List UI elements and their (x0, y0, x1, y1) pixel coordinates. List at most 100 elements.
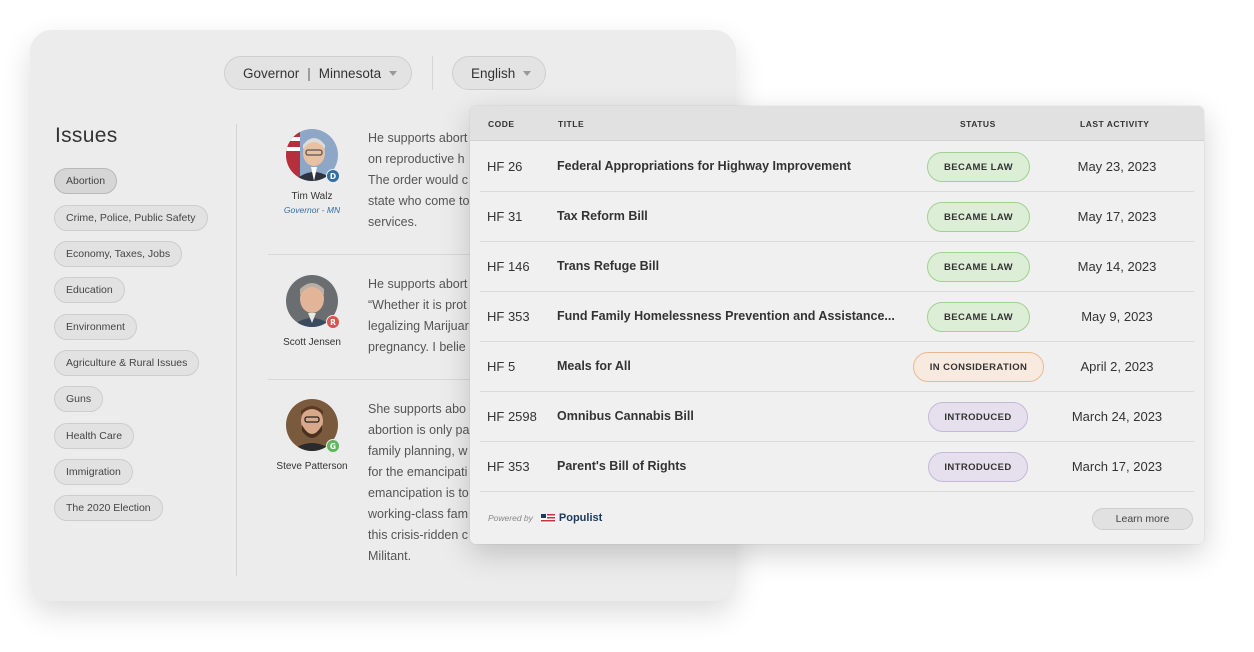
office-label: Governor (243, 65, 300, 81)
bill-code: HF 31 (487, 209, 523, 224)
candidate-name: Tim Walz (291, 191, 333, 202)
candidate-divider (268, 254, 488, 255)
statement-line: this crisis-ridden c (368, 528, 469, 542)
status-badge: BECAME LAW (927, 252, 1030, 282)
bill-code: HF 353 (487, 459, 530, 474)
status-badge: BECAME LAW (927, 202, 1030, 232)
statement-line: He supports abort (368, 131, 468, 145)
candidate-steve-patterson[interactable]: G Steve Patterson (272, 399, 352, 473)
language-dropdown[interactable]: English (452, 56, 547, 90)
statement-line: “Whether it is prot (368, 298, 467, 312)
issue-label: Guns (66, 393, 92, 405)
issue-chip-education[interactable]: Education (54, 277, 125, 303)
brand-name: Populist (558, 512, 603, 524)
statement-line: on reproductive h (368, 152, 465, 166)
status-badge: BECAME LAW (927, 302, 1030, 332)
learn-more-button[interactable]: Learn more (1092, 508, 1193, 530)
candidate-statement: He supports abort “Whether it is prot le… (368, 274, 478, 358)
avatar: R (286, 275, 340, 329)
bill-code: HF 146 (487, 259, 530, 274)
issue-label: Abortion (66, 175, 106, 187)
column-header-status[interactable]: STATUS (960, 119, 996, 129)
last-activity-date: May 17, 2023 (1077, 209, 1157, 224)
column-header-code[interactable]: CODE (488, 119, 515, 129)
bill-code: HF 5 (487, 359, 516, 374)
bill-code: HF 26 (487, 159, 523, 174)
issue-chip-agriculture[interactable]: Agriculture & Rural Issues (54, 350, 200, 376)
issue-chip-immigration[interactable]: Immigration (54, 459, 133, 485)
issue-label: The 2020 Election (66, 502, 151, 514)
statement-line: pregnancy. I belie (368, 340, 466, 354)
column-header-title[interactable]: TITLE (558, 119, 584, 129)
status-badge: BECAME LAW (927, 152, 1030, 182)
issue-chip-2020-election[interactable]: The 2020 Election (54, 495, 163, 521)
statement-line: Militant. (368, 549, 412, 563)
issue-label: Environment (66, 321, 125, 333)
candidate-divider (268, 379, 488, 380)
selector-divider (432, 56, 433, 90)
statement-line: for the emancipati (368, 465, 468, 479)
party-badge-icon: G (326, 439, 340, 453)
statement-line: family planning, w (368, 444, 468, 458)
candidate-name: Scott Jensen (283, 337, 341, 348)
statement-line: state who come to (368, 194, 470, 208)
last-activity-date: April 2, 2023 (1080, 359, 1154, 374)
issue-label: Crime, Police, Public Safety (66, 212, 196, 224)
selector-separator: | (307, 65, 311, 81)
issue-chip-economy[interactable]: Economy, Taxes, Jobs (54, 241, 183, 267)
table-row[interactable]: HF 146 Trans Refuge Bill BECAME LAW May … (470, 242, 1204, 292)
issue-chip-health-care[interactable]: Health Care (54, 423, 135, 449)
status-badge: INTRODUCED (928, 402, 1028, 432)
avatar: D (286, 129, 340, 183)
office-state-dropdown[interactable]: Governor | Minnesota (224, 56, 413, 90)
statement-line: She supports abo (368, 402, 466, 416)
statement-line: services. (368, 215, 418, 229)
language-label: English (471, 65, 516, 81)
issue-label: Agriculture & Rural Issues (66, 357, 188, 369)
statement-line: working-class fam (368, 507, 469, 521)
last-activity-date: May 9, 2023 (1081, 309, 1153, 324)
party-badge-icon: R (326, 315, 340, 329)
last-activity-date: May 23, 2023 (1077, 159, 1157, 174)
status-badge: IN CONSIDERATION (913, 352, 1044, 382)
column-header-last-activity[interactable]: LAST ACTIVITY (1080, 119, 1149, 129)
chevron-down-icon (389, 71, 398, 76)
table-row[interactable]: HF 353 Parent's Bill of Rights INTRODUCE… (470, 442, 1204, 492)
avatar: G (286, 399, 340, 453)
table-header: CODE TITLE STATUS LAST ACTIVITY (470, 106, 1204, 141)
bill-code: HF 2598 (487, 409, 537, 424)
column-divider (236, 124, 237, 576)
issue-chip-crime[interactable]: Crime, Police, Public Safety (54, 205, 208, 231)
table-row[interactable]: HF 31 Tax Reform Bill BECAME LAW May 17,… (470, 192, 1204, 242)
issue-label: Health Care (66, 430, 123, 442)
table-row[interactable]: HF 26 Federal Appropriations for Highway… (470, 142, 1204, 192)
issue-label: Economy, Taxes, Jobs (66, 248, 171, 260)
issue-chip-environment[interactable]: Environment (54, 314, 137, 340)
statement-line: emancipation is to (368, 486, 469, 500)
table-row[interactable]: HF 353 Fund Family Homelessness Preventi… (470, 292, 1204, 342)
status-badge: INTRODUCED (928, 452, 1028, 482)
issue-chip-guns[interactable]: Guns (54, 386, 104, 412)
candidate-scott-jensen[interactable]: R Scott Jensen (272, 275, 352, 349)
table-row[interactable]: HF 5 Meals for All IN CONSIDERATION Apri… (470, 342, 1204, 392)
issues-heading: Issues (55, 124, 118, 147)
issue-label: Education (66, 284, 113, 296)
bill-title: Parent's Bill of Rights (557, 459, 687, 473)
last-activity-date: May 14, 2023 (1077, 259, 1157, 274)
flag-icon (540, 513, 555, 523)
statement-line: The order would c (368, 173, 469, 187)
statement-line: abortion is only pa (368, 423, 470, 437)
candidate-tim-walz[interactable]: D Tim Walz Governor - MN (272, 129, 352, 215)
powered-by-label: Powered by (488, 513, 533, 523)
row-divider (480, 491, 1194, 492)
issue-chip-abortion[interactable]: Abortion (54, 168, 118, 194)
chevron-down-icon (523, 71, 532, 76)
issue-label: Immigration (66, 466, 121, 478)
bills-table-card: CODE TITLE STATUS LAST ACTIVITY HF 26 Fe… (470, 106, 1204, 544)
populist-logo[interactable]: Populist (540, 512, 603, 524)
table-row[interactable]: HF 2598 Omnibus Cannabis Bill INTRODUCED… (470, 392, 1204, 442)
statement-line: He supports abort (368, 277, 468, 291)
last-activity-date: March 24, 2023 (1071, 409, 1163, 424)
bill-title: Federal Appropriations for Highway Impro… (557, 159, 852, 173)
candidate-statement: He supports abort on reproductive h The … (368, 128, 478, 233)
